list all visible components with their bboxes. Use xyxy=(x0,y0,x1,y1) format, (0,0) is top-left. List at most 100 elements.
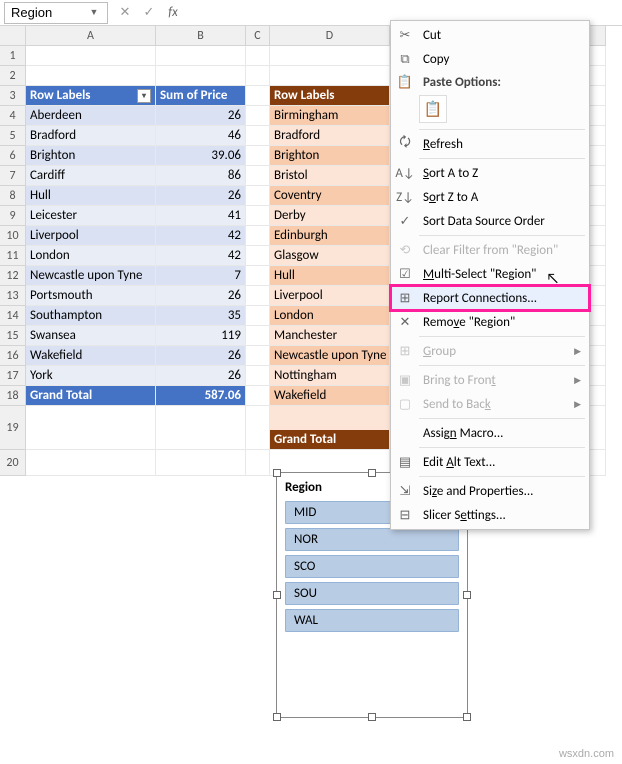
cell[interactable]: Glasgow xyxy=(270,246,390,266)
cell[interactable] xyxy=(246,166,270,186)
ctx-size-props[interactable]: ⇲Size and Properties... xyxy=(391,479,589,503)
cell[interactable] xyxy=(246,326,270,346)
cell[interactable] xyxy=(246,366,270,386)
ctx-sort-ds[interactable]: ✓Sort Data Source Order xyxy=(391,209,589,233)
cell[interactable]: Newcastle upon Tyne xyxy=(26,266,156,286)
cell[interactable] xyxy=(246,346,270,366)
cell[interactable]: Coventry xyxy=(270,186,390,206)
cell[interactable]: Newcastle upon Tyne xyxy=(270,346,390,366)
column-header[interactable]: D xyxy=(270,26,390,46)
cell[interactable]: Row Labels xyxy=(270,86,390,106)
cell[interactable]: 119 xyxy=(156,326,246,346)
row-header[interactable]: 18 xyxy=(0,386,26,406)
cell[interactable]: 86 xyxy=(156,166,246,186)
cell[interactable] xyxy=(246,126,270,146)
cell[interactable]: 26 xyxy=(156,186,246,206)
ctx-slicer-settings[interactable]: ⊟Slicer Settings... xyxy=(391,503,589,527)
cell[interactable] xyxy=(246,226,270,246)
cell[interactable]: 587.06 xyxy=(156,386,246,406)
cell[interactable] xyxy=(26,46,156,66)
ctx-cut[interactable]: ✂Cut xyxy=(391,23,589,47)
cell[interactable] xyxy=(246,450,270,476)
cell[interactable] xyxy=(156,46,246,66)
cell[interactable] xyxy=(246,386,270,406)
cell[interactable]: London xyxy=(270,306,390,326)
cell[interactable]: Brighton xyxy=(26,146,156,166)
row-header[interactable]: 2 xyxy=(0,66,26,86)
name-box[interactable]: ▼ xyxy=(4,2,108,24)
ctx-assign-macro[interactable]: Assign Macro... xyxy=(391,421,589,445)
row-header[interactable]: 14 xyxy=(0,306,26,326)
row-header[interactable]: 15 xyxy=(0,326,26,346)
cell[interactable] xyxy=(246,406,270,450)
cell[interactable] xyxy=(270,46,390,66)
cell[interactable]: Hull xyxy=(26,186,156,206)
cell[interactable]: 39.06 xyxy=(156,146,246,166)
cell[interactable]: 26 xyxy=(156,286,246,306)
cell[interactable] xyxy=(246,206,270,226)
row-header[interactable]: 19 xyxy=(0,406,26,450)
column-header[interactable]: B xyxy=(156,26,246,46)
row-header[interactable]: 1 xyxy=(0,46,26,66)
resize-handle[interactable] xyxy=(273,713,281,721)
column-header[interactable]: A xyxy=(26,26,156,46)
cell[interactable]: Wakefield xyxy=(270,386,390,406)
row-header[interactable]: 7 xyxy=(0,166,26,186)
paste-option-default[interactable]: 📋 xyxy=(419,95,447,123)
cell[interactable] xyxy=(26,66,156,86)
cell[interactable]: Hull xyxy=(270,266,390,286)
cell[interactable] xyxy=(246,186,270,206)
cell[interactable]: Aberdeen xyxy=(26,106,156,126)
cell[interactable] xyxy=(246,46,270,66)
cell[interactable]: 7 xyxy=(156,266,246,286)
cell[interactable]: Row Labels▾ xyxy=(26,86,156,106)
cell[interactable]: Sum of Price xyxy=(156,86,246,106)
ctx-remove[interactable]: ✕Remove "Region" xyxy=(391,310,589,334)
cell[interactable]: Edinburgh xyxy=(270,226,390,246)
cell[interactable] xyxy=(156,406,246,450)
cell[interactable] xyxy=(156,450,246,476)
cell[interactable]: 26 xyxy=(156,346,246,366)
ctx-sort-za[interactable]: Z↓Sort Z to A xyxy=(391,185,589,209)
cell[interactable] xyxy=(270,66,390,86)
cell[interactable]: Leicester xyxy=(26,206,156,226)
cell[interactable]: Manchester xyxy=(270,326,390,346)
cell[interactable]: Swansea xyxy=(26,326,156,346)
ctx-sort-az[interactable]: A↓Sort A to Z xyxy=(391,161,589,185)
cell[interactable]: Liverpool xyxy=(270,286,390,306)
cell[interactable]: Bristol xyxy=(270,166,390,186)
row-header[interactable]: 4 xyxy=(0,106,26,126)
cell[interactable] xyxy=(26,450,156,476)
cell[interactable]: 46 xyxy=(156,126,246,146)
cell[interactable]: 42 xyxy=(156,246,246,266)
row-header[interactable]: 17 xyxy=(0,366,26,386)
resize-handle[interactable] xyxy=(463,591,471,599)
resize-handle[interactable] xyxy=(368,713,376,721)
cell[interactable] xyxy=(26,406,156,450)
cell[interactable]: Bradford xyxy=(26,126,156,146)
cell[interactable]: 26 xyxy=(156,106,246,126)
ctx-refresh[interactable]: 🗘Refresh xyxy=(391,132,589,156)
cell[interactable] xyxy=(246,66,270,86)
cell[interactable]: 35 xyxy=(156,306,246,326)
dropdown-icon[interactable]: ▾ xyxy=(137,89,151,103)
cell[interactable]: Grand Total xyxy=(270,406,390,450)
cell[interactable]: Wakefield xyxy=(26,346,156,366)
resize-handle[interactable] xyxy=(273,469,281,477)
row-header[interactable]: 9 xyxy=(0,206,26,226)
row-header[interactable]: 10 xyxy=(0,226,26,246)
row-header[interactable]: 20 xyxy=(0,450,26,476)
fx-icon[interactable]: fx xyxy=(164,4,182,22)
cell[interactable]: Birmingham xyxy=(270,106,390,126)
cell[interactable] xyxy=(246,266,270,286)
row-header[interactable]: 3 xyxy=(0,86,26,106)
cell[interactable]: Nottingham xyxy=(270,366,390,386)
name-box-input[interactable] xyxy=(5,3,85,23)
cell[interactable]: Brighton xyxy=(270,146,390,166)
row-header[interactable]: 8 xyxy=(0,186,26,206)
cell[interactable]: 26 xyxy=(156,366,246,386)
row-header[interactable]: 11 xyxy=(0,246,26,266)
ctx-edit-alt[interactable]: ▤Edit Alt Text... xyxy=(391,450,589,474)
cell[interactable] xyxy=(246,246,270,266)
cell[interactable] xyxy=(246,286,270,306)
